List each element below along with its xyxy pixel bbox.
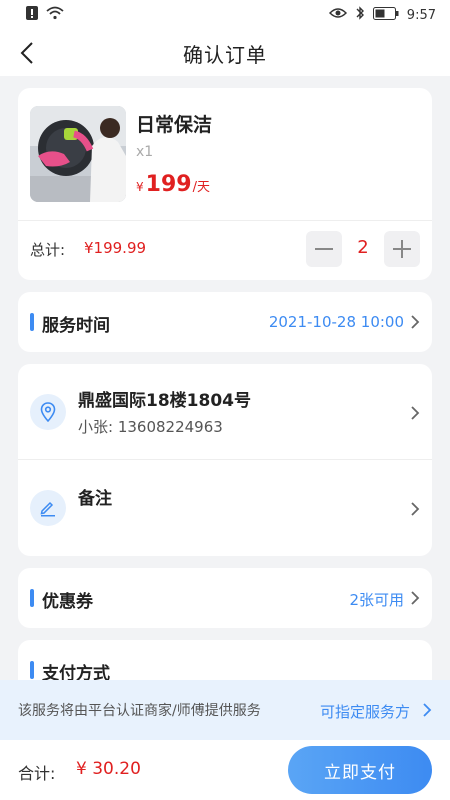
bottom-bar: 合计: ¥ 30.20 立即支付 — [0, 740, 450, 800]
edit-icon — [30, 490, 66, 526]
remark-title: 备注 — [78, 489, 112, 509]
price-amount: 199 — [145, 172, 192, 197]
notice-bar: 该服务将由平台认证商家/师傅提供服务 可指定服务方 — [0, 680, 450, 740]
service-time-title: 服务时间 — [42, 316, 110, 336]
status-left — [26, 6, 64, 24]
quantity-value: 2 — [357, 237, 369, 258]
price-symbol: ¥ — [136, 180, 144, 194]
coupon-title: 优惠券 — [42, 592, 93, 612]
service-time-value: 2021-10-28 10:00 — [268, 313, 404, 331]
plus-icon — [393, 240, 411, 258]
wifi-icon — [46, 6, 64, 24]
alert-icon — [26, 6, 38, 24]
sum-label: 合计: — [18, 764, 56, 783]
eye-icon — [328, 7, 347, 23]
page-title: 确认订单 — [183, 42, 267, 67]
remark-row[interactable]: 备注 — [18, 460, 432, 556]
product-quantity: x1 — [136, 144, 154, 160]
bluetooth-icon — [355, 6, 365, 24]
price-unit: /天 — [192, 180, 210, 195]
specify-provider-link[interactable]: 可指定服务方 — [320, 701, 410, 722]
coupon-value: 2张可用 — [349, 591, 404, 609]
coupon-row[interactable]: 优惠券 2张可用 — [18, 568, 432, 628]
product-card: 日常保洁 x1 ¥ 199 /天 总计: ¥199.99 2 — [18, 88, 432, 280]
section-marker — [30, 313, 34, 331]
chevron-right-icon — [411, 315, 420, 329]
back-button[interactable] — [12, 38, 42, 68]
back-arrow-icon — [20, 42, 33, 64]
product-name: 日常保洁 — [136, 114, 213, 136]
total-label: 总计: — [30, 241, 66, 259]
product-image — [30, 106, 126, 202]
status-time: 9:57 — [406, 7, 436, 23]
total-value: ¥199.99 — [84, 239, 147, 257]
battery-icon — [372, 6, 399, 24]
minus-icon — [315, 248, 333, 250]
divider — [18, 220, 432, 221]
address-contact: 小张: 13608224963 — [78, 418, 223, 436]
address-title: 鼎盛国际18楼1804号 — [78, 391, 251, 411]
chevron-right-icon — [411, 406, 420, 420]
address-remark-card: 鼎盛国际18楼1804号 小张: 13608224963 备注 — [18, 364, 432, 556]
quantity-increase-button[interactable] — [384, 231, 420, 267]
status-right: 9:57 — [328, 6, 436, 24]
product-price: ¥ 199 /天 — [136, 172, 210, 197]
location-icon — [30, 394, 66, 430]
section-marker — [30, 661, 34, 679]
service-time-row[interactable]: 服务时间 2021-10-28 10:00 — [18, 292, 432, 352]
chevron-right-icon — [423, 703, 432, 717]
nav-bar: 确认订单 — [0, 30, 450, 76]
address-row[interactable]: 鼎盛国际18楼1804号 小张: 13608224963 — [18, 364, 432, 459]
status-bar: 9:57 — [0, 0, 450, 30]
chevron-right-icon — [411, 502, 420, 516]
quantity-decrease-button[interactable] — [306, 231, 342, 267]
section-marker — [30, 589, 34, 607]
sum-value: ¥ 30.20 — [76, 759, 141, 779]
pay-now-button[interactable]: 立即支付 — [288, 746, 432, 794]
notice-text: 该服务将由平台认证商家/师傅提供服务 — [18, 703, 261, 719]
chevron-right-icon — [411, 591, 420, 605]
